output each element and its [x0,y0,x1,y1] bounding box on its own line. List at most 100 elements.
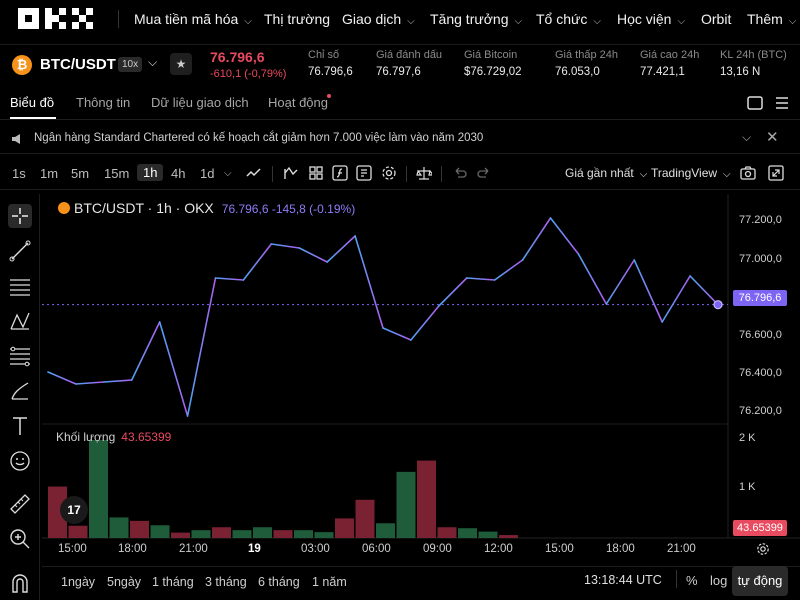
close-icon[interactable]: ✕ [766,128,779,146]
range-1y[interactable]: 1 năm [312,575,347,589]
okx-logo[interactable] [18,8,94,30]
templates-icon[interactable] [308,165,324,181]
chevron-down-icon[interactable]: ⌵ [224,168,232,179]
nav-institutional[interactable]: Tổ chức ⌵ [536,11,601,27]
range-1d[interactable]: 1ngày [61,575,95,589]
chevron-down-icon: ⌵ [788,16,797,27]
tab-activity[interactable]: Hoạt động [268,95,328,110]
timeframe-1h[interactable]: 1h [137,164,164,181]
news-text[interactable]: Ngân hàng Standard Chartered có kế hoạch… [34,132,483,144]
alert-icon[interactable] [356,165,372,181]
ruler-icon[interactable] [8,492,32,516]
volume-bar [376,523,395,538]
chevron-down-icon[interactable]: ⌵ [742,130,751,145]
log-toggle[interactable]: log [710,573,727,588]
function-icon[interactable] [332,165,348,181]
tab-trading-data[interactable]: Dữ liệu giao dịch [151,95,249,110]
price-line-segment [103,379,133,383]
undo-icon[interactable] [452,165,468,181]
stat-btc-value: $76.729,02 [464,66,522,78]
utc-clock[interactable]: 13:18:44 UTC [584,573,662,587]
fib-icon[interactable] [8,344,32,368]
price-line-segment [354,235,384,329]
percent-toggle[interactable]: % [686,573,698,588]
brush-icon[interactable] [8,379,32,403]
price-line-segment [130,321,161,381]
fullscreen-icon[interactable] [768,165,784,181]
chevron-down-icon[interactable]: ⌵ [148,55,157,70]
price-tick: 76.400,0 [739,367,782,379]
timeframe-5m[interactable]: 5m [71,166,89,181]
price-line-segment [493,259,524,281]
tab-chart[interactable]: Biểu đồ [10,95,54,110]
pair-name[interactable]: BTC/USDT [40,56,116,73]
volume-bar [355,499,375,538]
line-chart-icon[interactable] [246,165,262,181]
nav-trade[interactable]: Giao dịch ⌵ [342,11,415,27]
range-5d[interactable]: 5ngày [107,575,141,589]
menu-icon[interactable] [774,96,790,110]
nav-more[interactable]: Thêm ⌵ [747,11,796,27]
redo-icon[interactable] [476,165,492,181]
price-line-segment [242,243,273,281]
stat-high-label: Giá cao 24h [640,49,700,61]
scale-icon[interactable] [416,165,432,181]
time-tick: 18:00 [118,543,147,555]
gear-icon[interactable] [381,165,397,181]
range-3m[interactable]: 3 tháng [205,575,247,589]
toolbar-divider [406,166,407,182]
tab-info[interactable]: Thông tin [76,95,130,110]
volume-bar [232,530,252,538]
text-icon[interactable] [8,414,32,438]
trendline-icon[interactable] [8,239,32,263]
time-tick: 18:00 [606,543,635,555]
volume-bar [150,525,170,538]
nav-buy-crypto[interactable]: Mua tiền mã hóa ⌵ [134,11,252,27]
volume-bar [191,530,211,538]
volume-tick: 1 K [739,481,756,493]
time-tick: 12:00 [484,543,513,555]
nav-grow[interactable]: Tăng trưởng ⌵ [430,11,522,27]
range-6m[interactable]: 6 tháng [258,575,300,589]
price-line-segment [47,371,77,385]
pattern-icon[interactable] [8,309,32,333]
zoom-in-icon[interactable] [8,527,32,551]
range-1m[interactable]: 1 tháng [152,575,194,589]
horizontal-lines-icon[interactable] [8,274,32,298]
gear-icon[interactable] [756,542,770,556]
indicators-icon[interactable] [283,165,299,181]
price-chart[interactable] [42,194,800,566]
toolbar-divider [272,166,273,182]
chart-engine-select[interactable]: TradingView ⌵ [651,166,731,180]
nav-learn[interactable]: Học viện ⌵ [617,11,685,27]
time-tick: 15:00 [545,543,574,555]
stat-low-value: 76.053,0 [555,66,600,78]
price-line-segment [661,275,691,323]
price-type-select[interactable]: Giá gần nhất ⌵ [565,166,647,180]
volume-bar [253,527,272,538]
volume-bar [396,471,416,538]
time-tick: 19 [248,543,261,555]
tradingview-logo[interactable]: 17 [60,496,88,524]
emoji-icon[interactable] [8,449,32,473]
timeframe-15m[interactable]: 15m [104,166,129,181]
crosshair-icon[interactable] [8,204,32,228]
nav-orbit[interactable]: Orbit [701,11,731,27]
nav-markets[interactable]: Thị trường [264,11,330,27]
timeframe-1d[interactable]: 1d [200,166,214,181]
star-icon[interactable]: ★ [170,53,192,75]
price-line-segment [465,277,496,281]
news-banner[interactable]: Ngân hàng Standard Chartered có kế hoạch… [0,124,800,154]
auto-scale-button[interactable]: tự động [732,566,788,596]
timeframe-1s[interactable]: 1s [12,166,26,181]
bottom-divider [676,570,677,588]
window-icon[interactable] [747,96,763,110]
timeframe-4h[interactable]: 4h [171,166,185,181]
leverage-badge: 10x [118,57,143,72]
price-line-segment [605,259,636,305]
timeframe-1m[interactable]: 1m [40,166,58,181]
camera-icon[interactable] [740,165,756,181]
magnet-icon[interactable] [8,572,32,596]
price-line-segment [577,253,608,305]
price-change: -610,1 (-0,79%) [210,68,287,80]
